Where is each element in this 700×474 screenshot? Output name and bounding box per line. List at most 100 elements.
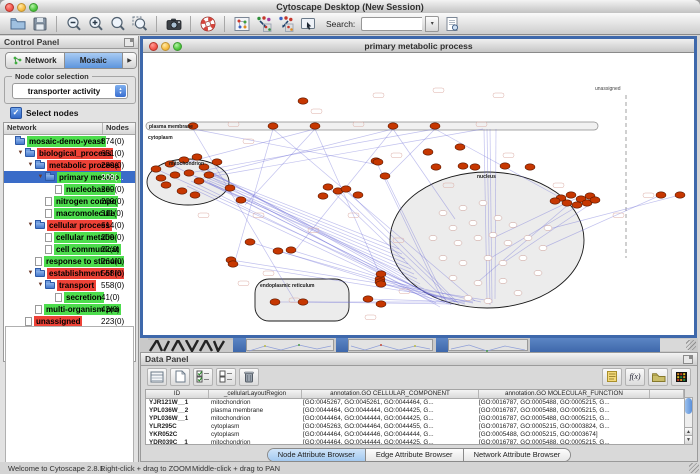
- expand-arrow-icon[interactable]: ▼: [26, 162, 35, 168]
- graph-node[interactable]: [376, 301, 386, 307]
- graph-node[interactable]: [161, 182, 171, 188]
- graph-node[interactable]: [458, 163, 468, 169]
- table-row[interactable]: YPL036W__1mitochondrion[GO:0044464, GO:0…: [146, 415, 684, 423]
- expand-arrow-icon[interactable]: ▼: [26, 270, 35, 276]
- tab-edge-attribute-browser[interactable]: Edge Attribute Browser: [366, 449, 464, 461]
- node-label-chip[interactable]: [373, 93, 384, 98]
- select-attributes-button[interactable]: [193, 368, 213, 386]
- tab-overflow-button[interactable]: ▶: [123, 53, 136, 68]
- plasma-membrane-region[interactable]: [146, 122, 598, 130]
- node-label-chip[interactable]: [238, 281, 249, 286]
- tree-item-establishment-of-lo[interactable]: ▼establishment of lo558(0): [4, 267, 135, 279]
- nucleus-graph-node[interactable]: [449, 225, 457, 230]
- search-config-button[interactable]: [442, 15, 461, 33]
- tree-item-mosaic-demo-yeast[interactable]: mosaic-demo-yeast874(0): [4, 135, 135, 147]
- tab-network[interactable]: Network: [6, 53, 65, 68]
- nucleus-graph-node[interactable]: [494, 215, 502, 220]
- graph-node[interactable]: [373, 159, 383, 165]
- nucleus-graph-node[interactable]: [469, 220, 477, 225]
- graph-node[interactable]: [184, 170, 194, 176]
- node-label-chip[interactable]: [391, 153, 402, 158]
- resize-grip[interactable]: [686, 340, 696, 350]
- tree-item-biological-process[interactable]: ▼biological_process651(0): [4, 147, 135, 159]
- graph-node[interactable]: [318, 193, 328, 199]
- tab-network-attribute-browser[interactable]: Network Attribute Browser: [464, 449, 571, 461]
- graph-node[interactable]: [430, 123, 440, 129]
- expand-arrow-icon[interactable]: ▼: [26, 222, 35, 228]
- graph-node[interactable]: [675, 192, 685, 198]
- scrollbar-thumb[interactable]: [685, 398, 692, 414]
- graph-node[interactable]: [470, 164, 480, 170]
- graph-node[interactable]: [562, 200, 572, 206]
- nucleus-graph-node[interactable]: [474, 235, 482, 240]
- scroll-down-icon[interactable]: ▼: [685, 435, 692, 444]
- tree-item-primary-metabo[interactable]: ▼primary metabo209(...: [4, 171, 135, 183]
- attribute-notes-button[interactable]: [602, 368, 622, 386]
- annotation-tool-button[interactable]: [298, 15, 317, 33]
- nucleus-graph-node[interactable]: [499, 260, 507, 265]
- background-window-fragment[interactable]: [348, 339, 433, 351]
- nucleus-graph-node[interactable]: [539, 245, 547, 250]
- nucleus-graph-node[interactable]: [464, 295, 472, 300]
- node-label-chip[interactable]: [311, 109, 322, 114]
- node-label-chip[interactable]: [503, 153, 514, 158]
- select-nodes-checkbox[interactable]: ✓: [10, 107, 22, 119]
- nucleus-graph-node[interactable]: [439, 255, 447, 260]
- nucleus-graph-node[interactable]: [439, 210, 447, 215]
- table-row[interactable]: YPL036W__2plasma membrane[GO:0044464, GO…: [146, 407, 684, 415]
- table-row[interactable]: YLR295Ccytoplasm[GO:0045263, GO:0044464,…: [146, 423, 684, 431]
- tree-item-nitrogen-compo[interactable]: nitrogen compo209(0): [4, 195, 135, 207]
- graph-node[interactable]: [212, 159, 222, 165]
- tree-item-multi-organism-pro[interactable]: multi-organism pro42(0): [4, 303, 135, 315]
- graph-node[interactable]: [156, 175, 166, 181]
- node-label-chip[interactable]: [493, 93, 504, 98]
- nucleus-graph-node[interactable]: [499, 278, 507, 283]
- search-dropdown-button[interactable]: ▾: [425, 16, 439, 32]
- graph-node[interactable]: [286, 247, 296, 253]
- graph-node[interactable]: [590, 197, 600, 203]
- nucleus-graph-node[interactable]: [479, 200, 487, 205]
- attribute-table-button[interactable]: [147, 368, 167, 386]
- float-panel-icon[interactable]: [124, 38, 134, 47]
- graph-node[interactable]: [323, 184, 333, 190]
- tab-node-attribute-browser[interactable]: Node Attribute Browser: [268, 449, 366, 461]
- tree-item-cellular-metabo[interactable]: cellular metabo209(0): [4, 231, 135, 243]
- nucleus-graph-node[interactable]: [429, 235, 437, 240]
- graph-node[interactable]: [656, 192, 666, 198]
- graph-node[interactable]: [572, 202, 582, 208]
- graph-node[interactable]: [566, 192, 576, 198]
- graph-node[interactable]: [353, 192, 363, 198]
- node-label-chip[interactable]: [263, 271, 274, 276]
- new-attribute-button[interactable]: [170, 368, 190, 386]
- nucleus-graph-node[interactable]: [489, 232, 497, 237]
- network-window-titlebar[interactable]: primary metabolic process: [143, 36, 694, 53]
- graph-node[interactable]: [341, 186, 351, 192]
- import-attributes-button[interactable]: [648, 368, 668, 386]
- snapshot-button[interactable]: [164, 15, 183, 33]
- tree-item-response-to-stimulu[interactable]: response to stimulu264(0): [4, 255, 135, 267]
- expand-arrow-icon[interactable]: ▼: [16, 150, 25, 156]
- nucleus-graph-node[interactable]: [524, 235, 532, 240]
- nucleus-graph-node[interactable]: [454, 240, 462, 245]
- nucleus-graph-node[interactable]: [504, 240, 512, 245]
- tree-item-nucleobase-[interactable]: nucleobase-209(0): [4, 183, 135, 195]
- zoom-in-button[interactable]: [86, 15, 105, 33]
- column-header-region[interactable]: _cellularLayoutRegion: [209, 390, 302, 398]
- heatmap-view-button[interactable]: [671, 368, 691, 386]
- expand-arrow-icon[interactable]: ▼: [36, 174, 45, 180]
- nucleus-graph-node[interactable]: [514, 290, 522, 295]
- graph-node[interactable]: [376, 281, 386, 287]
- graph-node[interactable]: [270, 299, 280, 305]
- graph-node[interactable]: [273, 248, 283, 254]
- graph-node[interactable]: [298, 98, 308, 104]
- open-session-button[interactable]: [8, 15, 27, 33]
- expand-arrow-icon[interactable]: ▼: [36, 282, 45, 288]
- graph-node[interactable]: [192, 154, 202, 160]
- node-label-chip[interactable]: [643, 193, 654, 198]
- tree-item-metabolic-process[interactable]: ▼metabolic process280(0): [4, 159, 135, 171]
- zoom-selected-button[interactable]: [130, 15, 149, 33]
- graph-node[interactable]: [190, 192, 200, 198]
- graph-node[interactable]: [363, 296, 373, 302]
- graph-node[interactable]: [500, 163, 510, 169]
- network-column-header[interactable]: Network: [4, 123, 103, 134]
